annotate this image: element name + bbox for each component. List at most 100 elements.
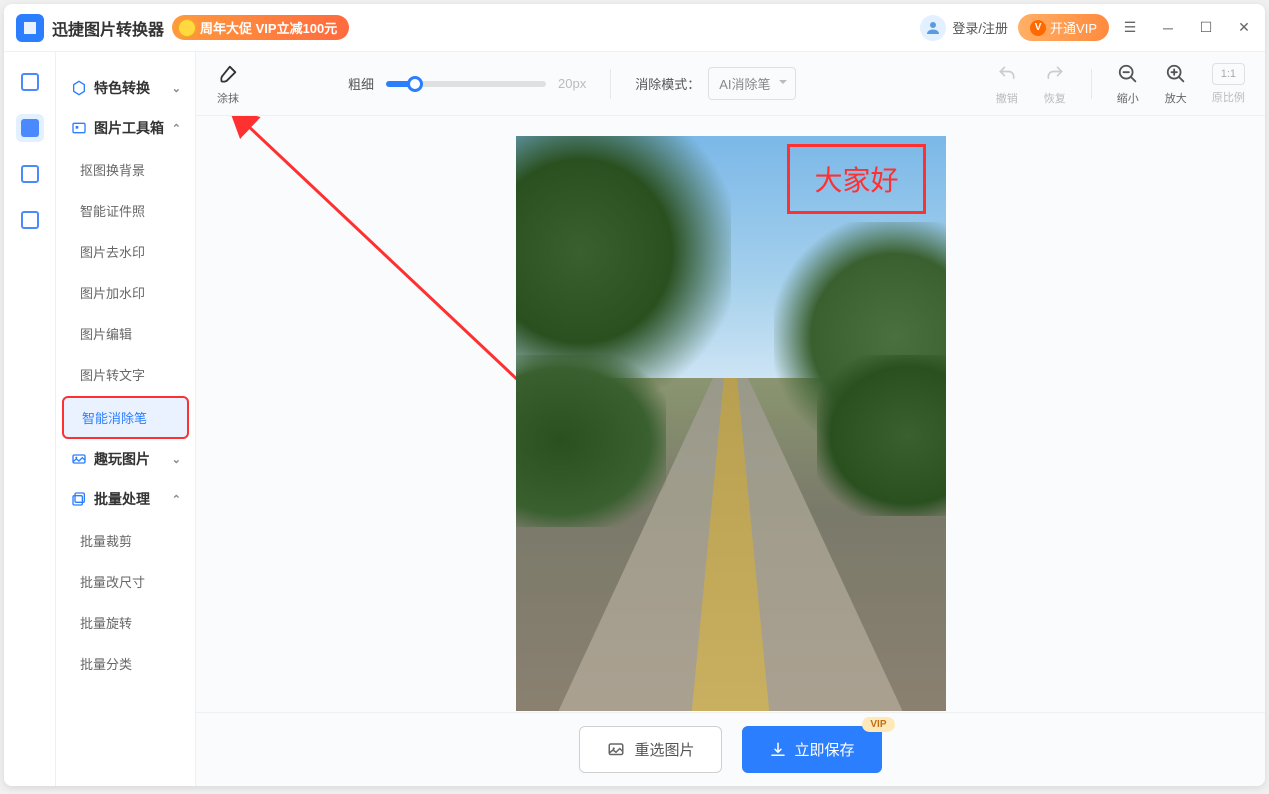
save-button[interactable]: 立即保存 VIP — [742, 726, 882, 773]
vip-tag: VIP — [862, 717, 894, 732]
divider — [610, 69, 611, 99]
rail-convert[interactable] — [16, 68, 44, 96]
slider-knob[interactable] — [407, 76, 423, 92]
chevron-down-icon: ⌄ — [172, 453, 181, 466]
sidebar-item-addwm[interactable]: 图片加水印 — [66, 273, 185, 312]
person-icon — [924, 19, 942, 37]
sidebar-group-special[interactable]: 特色转换 ⌄ — [66, 68, 185, 108]
maximize-button[interactable]: ☐ — [1197, 19, 1215, 37]
coin-icon — [178, 19, 196, 37]
user-login[interactable]: 登录/注册 — [920, 15, 1008, 41]
zoom-out-button[interactable]: 缩小 — [1116, 62, 1140, 106]
sidebar-item-eraser[interactable]: 智能消除笔 — [62, 396, 189, 439]
watermark-annotation: 大家好 — [787, 144, 925, 214]
window-controls: ☰ ─ ☐ ✕ — [1121, 19, 1253, 37]
sidebar-item-removewm[interactable]: 图片去水印 — [66, 232, 185, 271]
redo-button[interactable]: 恢复 — [1043, 62, 1067, 106]
hexagon-icon — [70, 79, 88, 97]
mode-select[interactable]: AI消除笔 — [708, 67, 795, 100]
editor-toolbar: 涂抹 粗细 20px 消除模式： AI消除笔 — [196, 52, 1265, 116]
brush-icon — [216, 62, 240, 86]
chevron-up-icon: ⌃ — [172, 122, 181, 135]
image-swap-icon — [606, 741, 626, 759]
sidebar: 特色转换 ⌄ 图片工具箱 ⌃ 抠图换背景 智能证件照 图片去水印 图片加水印 图… — [56, 52, 196, 786]
chevron-down-icon: ⌄ — [172, 82, 181, 95]
main-area: 涂抹 粗细 20px 消除模式： AI消除笔 — [196, 52, 1265, 786]
vip-button[interactable]: V 开通VIP — [1018, 14, 1109, 41]
reselect-button[interactable]: 重选图片 — [579, 726, 721, 773]
vip-button-label: 开通VIP — [1050, 18, 1097, 37]
vip-icon: V — [1030, 20, 1046, 36]
menu-button[interactable]: ☰ — [1121, 19, 1139, 37]
bottom-bar: 重选图片 立即保存 VIP — [196, 712, 1265, 786]
ratio-label: 原比例 — [1212, 89, 1245, 105]
divider — [1091, 69, 1092, 99]
rail-fun[interactable] — [16, 160, 44, 188]
stack-icon — [21, 211, 39, 229]
sparkle-icon — [70, 450, 88, 468]
thickness-label: 粗细 — [348, 74, 374, 93]
thickness-control: 粗细 20px — [348, 74, 586, 93]
app-title: 迅捷图片转换器 — [52, 16, 164, 40]
image-icon — [21, 19, 39, 37]
body: 特色转换 ⌄ 图片工具箱 ⌃ 抠图换背景 智能证件照 图片去水印 图片加水印 图… — [4, 52, 1265, 786]
reselect-label: 重选图片 — [634, 739, 694, 760]
sidebar-item-batchclassify[interactable]: 批量分类 — [66, 644, 185, 683]
undo-icon — [995, 62, 1019, 86]
brush-label: 涂抹 — [217, 90, 239, 106]
sidebar-group-label: 趣玩图片 — [94, 449, 150, 469]
save-label: 立即保存 — [795, 739, 855, 760]
erase-mode-control: 消除模式： AI消除笔 — [635, 67, 795, 100]
login-text: 登录/注册 — [952, 18, 1008, 37]
thickness-slider[interactable] — [386, 81, 546, 87]
ratio-button[interactable]: 1:1 原比例 — [1212, 63, 1245, 105]
watermark-text: 大家好 — [814, 159, 898, 199]
image-content — [516, 136, 946, 711]
ratio-badge: 1:1 — [1212, 63, 1245, 85]
sidebar-group-batch[interactable]: 批量处理 ⌃ — [66, 479, 185, 519]
sidebar-group-label: 图片工具箱 — [94, 118, 164, 138]
zoom-in-button[interactable]: 放大 — [1164, 62, 1188, 106]
download-icon — [769, 741, 787, 759]
rail-toolbox[interactable] — [16, 114, 44, 142]
avatar-icon — [920, 15, 946, 41]
sidebar-item-edit[interactable]: 图片编辑 — [66, 314, 185, 353]
stack-icon — [70, 490, 88, 508]
image-preview[interactable]: 大家好 — [516, 136, 946, 711]
redo-icon — [1043, 62, 1067, 86]
thickness-value: 20px — [558, 76, 586, 91]
brush-tool[interactable]: 涂抹 — [216, 62, 240, 106]
app-window: 迅捷图片转换器 周年大促 VIP立减100元 登录/注册 V 开通VIP ☰ ─… — [4, 4, 1265, 786]
zoom-in-label: 放大 — [1165, 90, 1187, 106]
zoom-in-icon — [1164, 62, 1188, 86]
sidebar-item-idphoto[interactable]: 智能证件照 — [66, 191, 185, 230]
minimize-button[interactable]: ─ — [1159, 19, 1177, 37]
sidebar-item-batchresize[interactable]: 批量改尺寸 — [66, 562, 185, 601]
toolbox-icon — [70, 119, 88, 137]
sidebar-group-label: 特色转换 — [94, 78, 150, 98]
sidebar-item-batchcrop[interactable]: 批量裁剪 — [66, 521, 185, 560]
canvas-area: 大家好 — [196, 116, 1265, 712]
sidebar-group-fun[interactable]: 趣玩图片 ⌄ — [66, 439, 185, 479]
sidebar-item-cutout[interactable]: 抠图换背景 — [66, 150, 185, 189]
rail-batch[interactable] — [16, 206, 44, 234]
undo-button[interactable]: 撤销 — [995, 62, 1019, 106]
picture-icon — [21, 165, 39, 183]
chevron-up-icon: ⌃ — [172, 493, 181, 506]
zoom-out-icon — [1116, 62, 1140, 86]
titlebar: 迅捷图片转换器 周年大促 VIP立减100元 登录/注册 V 开通VIP ☰ ─… — [4, 4, 1265, 52]
promo-text: 周年大促 VIP立减100元 — [200, 18, 337, 37]
redo-label: 恢复 — [1044, 90, 1066, 106]
promo-badge[interactable]: 周年大促 VIP立减100元 — [172, 15, 349, 40]
app-logo — [16, 14, 44, 42]
undo-label: 撤销 — [996, 90, 1018, 106]
sidebar-item-ocr[interactable]: 图片转文字 — [66, 355, 185, 394]
sidebar-group-toolbox[interactable]: 图片工具箱 ⌃ — [66, 108, 185, 148]
sidebar-group-label: 批量处理 — [94, 489, 150, 509]
sidebar-item-batchrotate[interactable]: 批量旋转 — [66, 603, 185, 642]
close-button[interactable]: ✕ — [1235, 19, 1253, 37]
zoom-out-label: 缩小 — [1117, 90, 1139, 106]
mode-label: 消除模式： — [635, 74, 700, 93]
grid-icon — [21, 119, 39, 137]
hexagon-icon — [21, 73, 39, 91]
